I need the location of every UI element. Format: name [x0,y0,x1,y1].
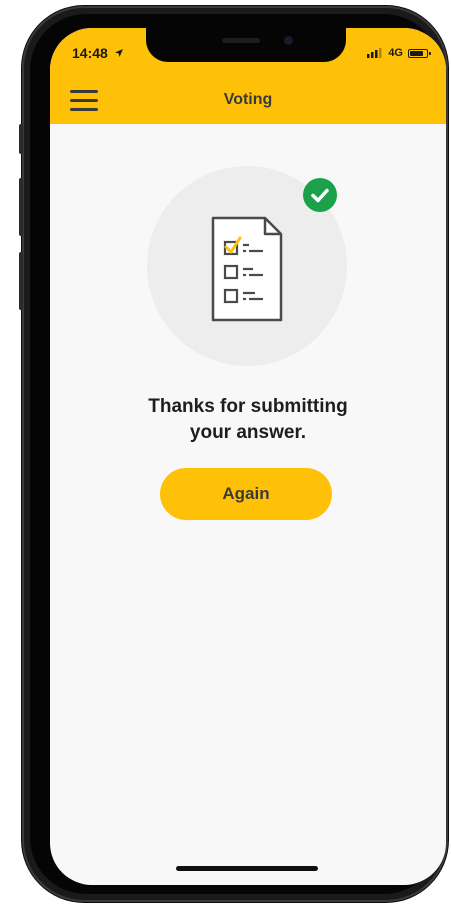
status-time: 14:48 [72,45,124,61]
speaker-grille [222,38,260,43]
success-check-badge [303,178,337,212]
app-screen: 14:48 4G Voting Thanks for submitting yo… [50,28,446,885]
location-arrow-icon [114,49,123,57]
ballot-checklist-icon [211,216,283,322]
check-circle-icon [311,188,329,203]
volume-down-button [19,252,23,310]
page-title: Voting [223,91,273,108]
home-indicator[interactable] [176,866,318,871]
signal-bars-icon [367,48,382,58]
status-time-text: 14:48 [72,45,108,61]
volume-up-button [19,178,23,236]
app-header: 14:48 4G Voting [50,28,446,124]
front-camera [284,36,293,45]
confirmation-message-text: Thanks for submitting your answer. [148,396,348,443]
mute-switch [19,124,23,154]
battery-icon [408,48,431,58]
camera-notch [146,28,346,62]
confirmation-message: Thanks for submitting your answer. [50,394,446,446]
status-indicators: 4G [367,47,431,59]
again-button[interactable]: Again [160,468,332,520]
network-type: 4G [388,47,403,59]
